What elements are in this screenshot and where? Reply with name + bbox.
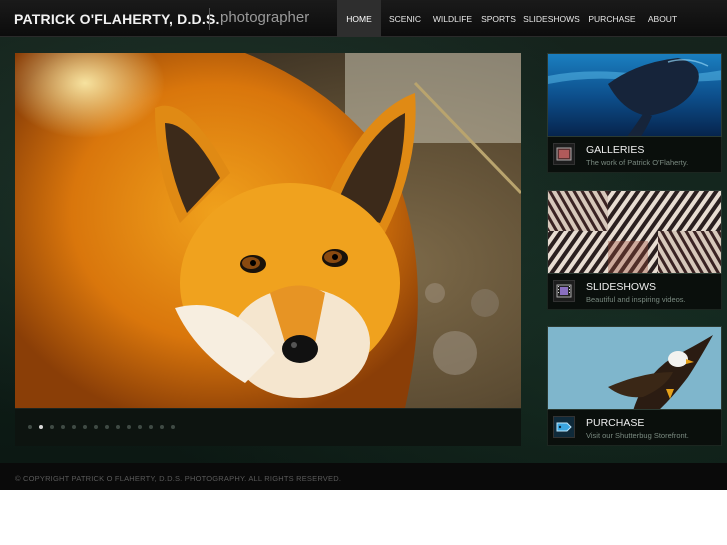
galleries-card[interactable]: GALLERIES The work of Patrick O'Flaherty… — [547, 53, 722, 173]
slide-dot[interactable] — [127, 425, 131, 429]
slideshows-card[interactable]: SLIDESHOWS Beautiful and inspiring video… — [547, 190, 722, 310]
slide-dot[interactable] — [94, 425, 98, 429]
nav-purchase[interactable]: PURCHASE — [582, 0, 642, 37]
slideshows-card-title[interactable]: SLIDESHOWS — [586, 281, 656, 293]
slideshows-card-subtitle: Beautiful and inspiring videos. — [586, 295, 686, 304]
zebra-herd-photo — [548, 191, 721, 273]
copyright-text: © COPYRIGHT PATRICK O FLAHERTY, D.D.S. P… — [15, 474, 342, 483]
gallery-icon — [553, 143, 575, 165]
galleries-card-title[interactable]: GALLERIES — [586, 144, 644, 156]
slide-dot[interactable] — [28, 425, 32, 429]
whale-photo — [548, 54, 721, 136]
nav-slideshows[interactable]: SLIDESHOWS — [521, 0, 582, 37]
slide-dot[interactable] — [160, 425, 164, 429]
nav-scenic[interactable]: SCENIC — [381, 0, 429, 37]
slide-dot-active[interactable] — [39, 425, 43, 429]
fox-photo — [15, 53, 521, 408]
site-header: PATRICK O'FLAHERTY, D.D.S. photographer … — [0, 0, 727, 37]
galleries-card-subtitle: The work of Patrick O'Flaherty. — [586, 158, 689, 167]
slideshows-card-footer: SLIDESHOWS Beautiful and inspiring video… — [547, 274, 722, 310]
site-tagline: photographer — [220, 9, 310, 26]
hero-slide-image[interactable] — [15, 53, 521, 408]
slide-dot[interactable] — [116, 425, 120, 429]
brand-divider — [209, 8, 210, 30]
nav-sports[interactable]: SPORTS — [476, 0, 521, 37]
slideshow-controls — [15, 408, 521, 446]
page-background: PATRICK O'FLAHERTY, D.D.S. photographer … — [0, 0, 727, 490]
film-strip-icon — [553, 280, 575, 302]
main-nav: HOME SCENIC WILDLIFE SPORTS SLIDESHOWS P… — [337, 0, 683, 37]
purchase-card-image[interactable] — [547, 326, 722, 410]
slideshows-card-image[interactable] — [547, 190, 722, 274]
purchase-card-title[interactable]: PURCHASE — [586, 417, 644, 429]
slide-dot[interactable] — [50, 425, 54, 429]
site-brand[interactable]: PATRICK O'FLAHERTY, D.D.S. — [14, 11, 220, 27]
purchase-card[interactable]: PURCHASE Visit our Shutterbug Storefront… — [547, 326, 722, 446]
nav-wildlife[interactable]: WILDLIFE — [429, 0, 476, 37]
slide-dot[interactable] — [149, 425, 153, 429]
nav-home[interactable]: HOME — [337, 0, 381, 37]
slide-dot[interactable] — [105, 425, 109, 429]
slide-indicators — [28, 425, 175, 429]
slide-dot[interactable] — [83, 425, 87, 429]
slide-dot[interactable] — [72, 425, 76, 429]
tag-icon — [553, 416, 575, 438]
slide-dot[interactable] — [171, 425, 175, 429]
galleries-card-footer: GALLERIES The work of Patrick O'Flaherty… — [547, 137, 722, 173]
slide-dot[interactable] — [138, 425, 142, 429]
slide-dot[interactable] — [61, 425, 65, 429]
purchase-card-subtitle: Visit our Shutterbug Storefront. — [586, 431, 689, 440]
galleries-card-image[interactable] — [547, 53, 722, 137]
purchase-card-footer: PURCHASE Visit our Shutterbug Storefront… — [547, 410, 722, 446]
nav-about[interactable]: ABOUT — [642, 0, 683, 37]
site-footer: © COPYRIGHT PATRICK O FLAHERTY, D.D.S. P… — [0, 463, 727, 490]
eagle-photo — [548, 327, 721, 409]
